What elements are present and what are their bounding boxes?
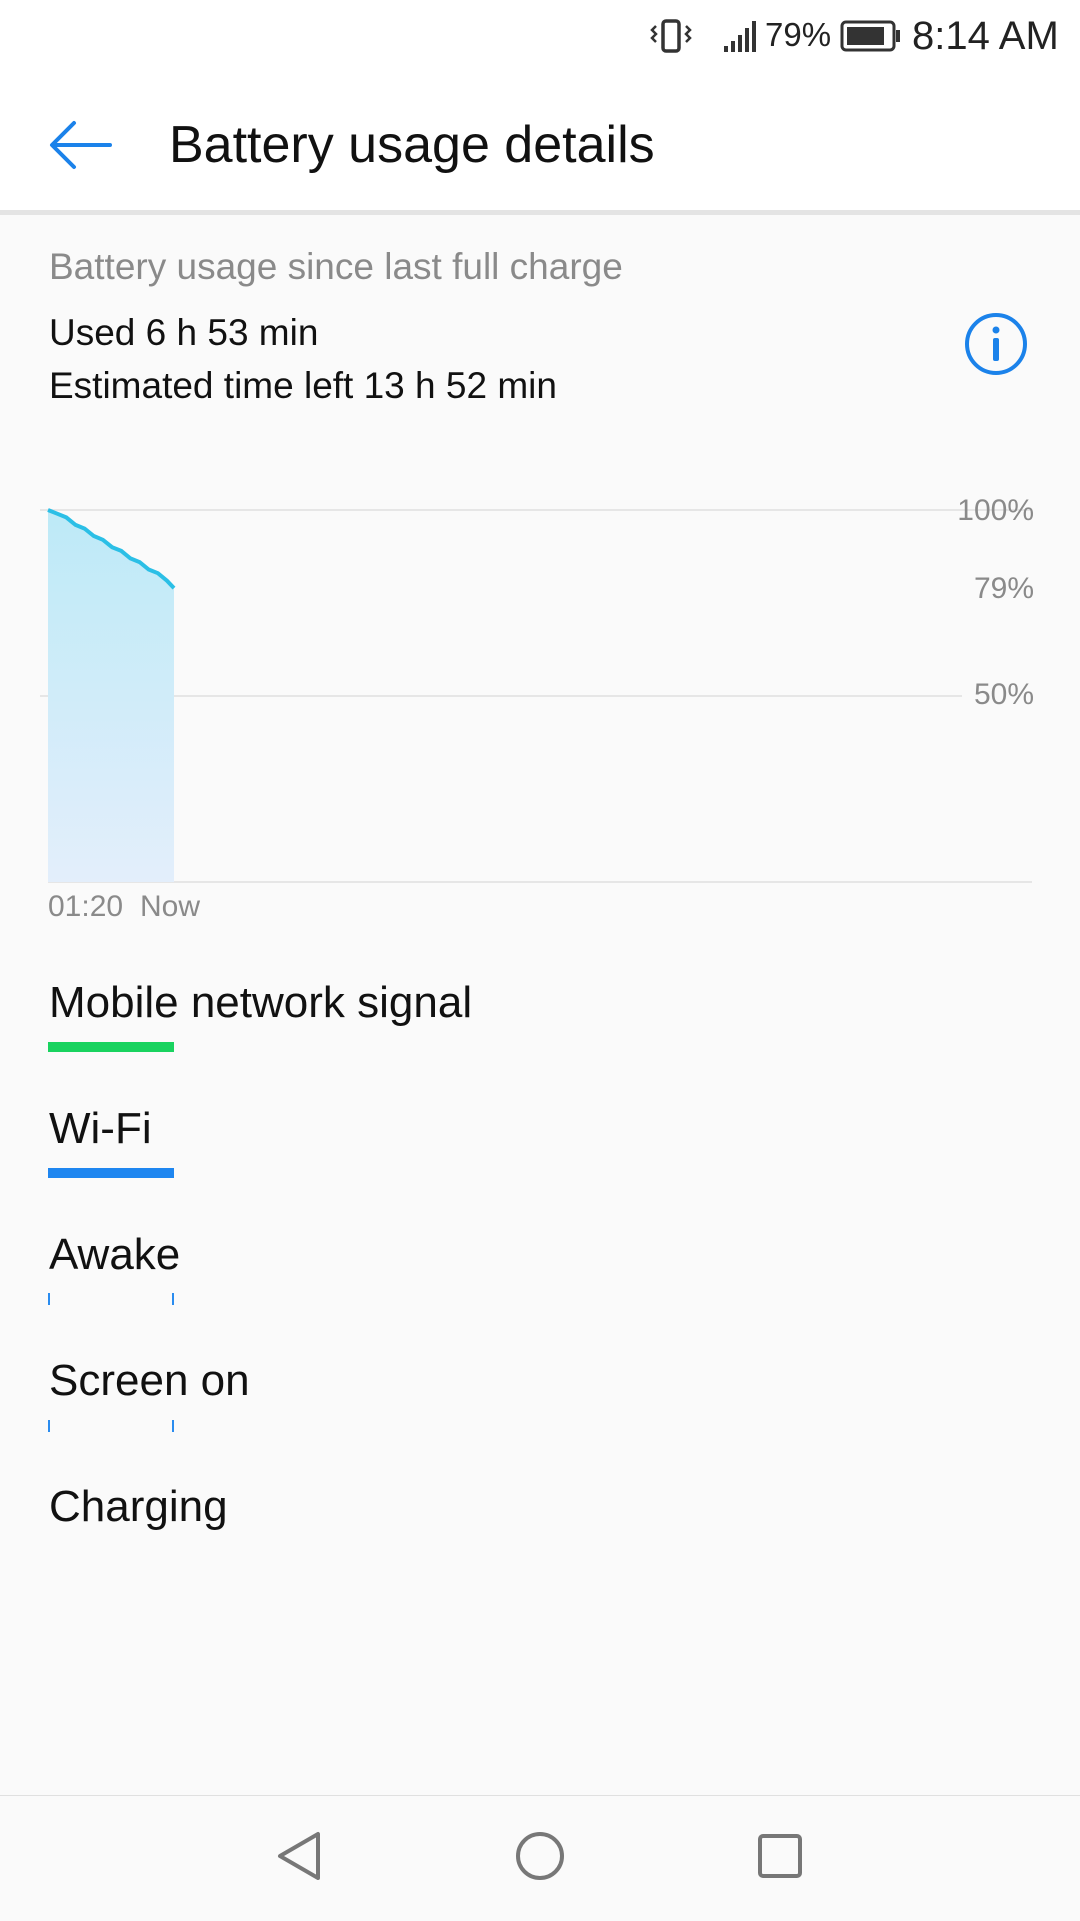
screen-on-tick-end [172,1420,174,1432]
y-tick-label-50: 50% [973,678,1034,711]
y-tick-label-79: 79% [973,572,1034,605]
circle-home-icon[interactable] [508,1824,572,1888]
y-tick-label-100: 100% [957,494,1034,527]
status-bar: 79% 8:14 AM [0,0,1080,75]
divider [0,210,1080,215]
page-title: Battery usage details [169,116,655,174]
awake-tick-start [48,1293,50,1305]
mobile-network-signal-bar [48,1042,174,1052]
battery-chart: 100% 79% 50% [0,470,1080,940]
used-time: Used 6 h 53 min [49,312,319,353]
app-bar: Battery usage details [0,75,1080,210]
clock: 8:14 AM [912,14,1059,58]
screen-on-tick-start [48,1420,50,1432]
awake-label: Awake [49,1230,181,1279]
navigation-bar [0,1795,1080,1921]
info-icon[interactable] [962,310,1030,378]
estimated-time-left: Estimated time left 13 h 52 min [49,365,557,406]
battery-area-fill [48,510,174,882]
x-tick-label-now: Now [140,890,201,923]
battery-percent: 79% [765,16,832,53]
awake-tick-end [172,1293,174,1305]
signal-icon [724,21,756,52]
square-recents-icon[interactable] [748,1824,812,1888]
vibrate-icon [650,19,692,53]
battery-icon [840,20,900,52]
screen-on-label: Screen on [49,1356,250,1405]
battery-chart-svg [40,508,1032,883]
wifi-bar [48,1168,174,1178]
charging-label: Charging [49,1482,228,1531]
x-tick-label-start: 01:20 [48,890,124,923]
wifi-label: Wi-Fi [49,1104,152,1153]
mobile-network-signal-label: Mobile network signal [49,978,473,1027]
triangle-back-icon[interactable] [268,1824,332,1888]
arrow-left-icon[interactable] [40,105,120,185]
usage-since-label: Battery usage since last full charge [49,246,623,287]
